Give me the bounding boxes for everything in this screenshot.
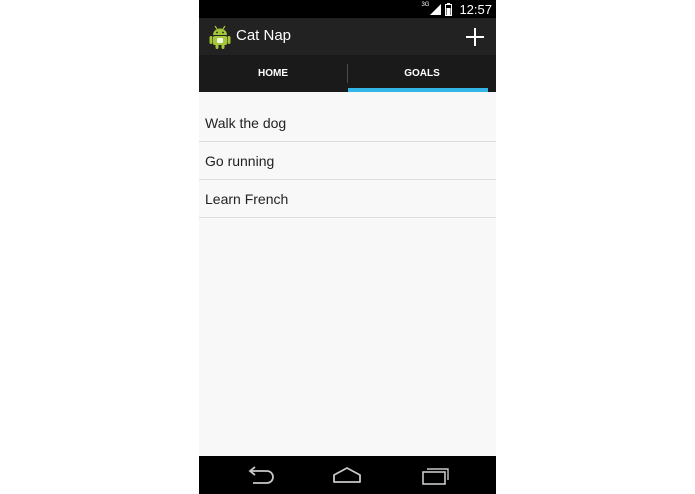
clock: 12:57 [459,1,492,17]
tab-bar: HOME GOALS [199,55,496,92]
tab-goals-label: GOALS [404,68,440,79]
action-bar: Cat Nap [199,18,496,55]
signal-icon [430,3,442,15]
status-bar: 3G 12:57 [199,0,496,18]
goal-text: Walk the dog [205,114,287,131]
goal-text: Learn French [205,190,289,207]
tab-home[interactable]: HOME [199,55,347,92]
phone-screen: 3G 12:57 Cat Nap HOME GOALS Walk the dog… [199,0,496,494]
goal-list: Walk the dog Go running Learn French [199,104,496,218]
navigation-bar [199,456,496,494]
list-item[interactable]: Go running [199,142,496,180]
list-item[interactable]: Learn French [199,180,496,218]
plus-icon[interactable] [460,22,490,52]
home-icon[interactable] [330,464,364,486]
battery-icon [445,2,453,16]
tab-goals[interactable]: GOALS [348,55,496,92]
app-title: Cat Nap [236,27,292,44]
tab-home-label: HOME [258,68,288,79]
goal-text: Go running [205,152,275,169]
status-icons: 3G 12:57 [421,0,492,18]
network-type-label: 3G [421,2,430,8]
list-item[interactable]: Walk the dog [199,104,496,142]
selected-tab-indicator [348,88,488,92]
recents-icon[interactable] [418,464,452,486]
back-icon[interactable] [243,464,277,486]
android-robot-icon[interactable] [209,25,231,49]
